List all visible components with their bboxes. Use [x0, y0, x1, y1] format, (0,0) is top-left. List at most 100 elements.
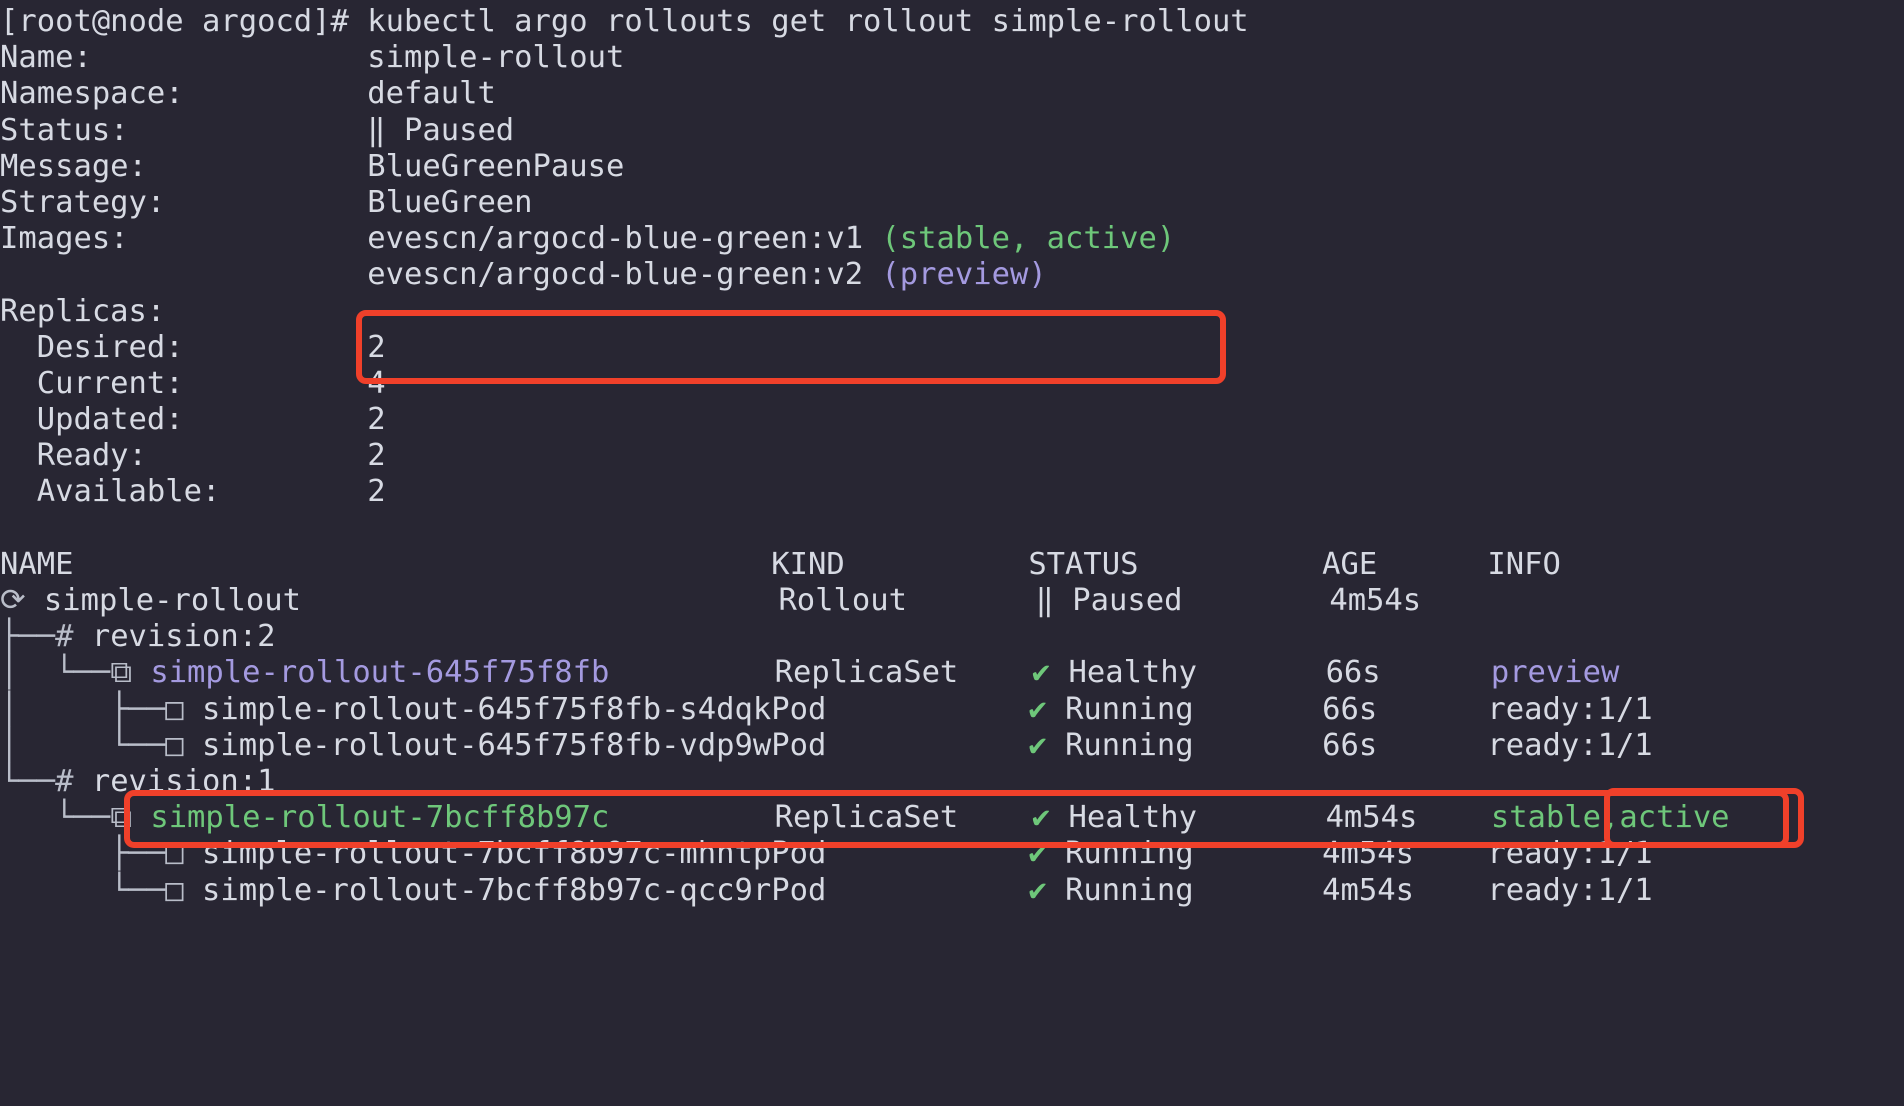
- table-row[interactable]: ├──□ simple-rollout-7bcff8b97c-mhntpPod …: [0, 836, 1904, 872]
- images-label-blank: [0, 257, 367, 292]
- shell-prompt: [root@node argocd]#: [0, 4, 349, 39]
- summary-label-status: Status:: [0, 112, 368, 148]
- replicas-row-ready: Ready: 2: [0, 438, 1904, 474]
- table-row[interactable]: └──# revision:1: [0, 764, 1904, 800]
- column-header-status: STATUS: [1028, 546, 1323, 582]
- name-column-pad: [301, 583, 778, 618]
- summary-label-message: Message:: [0, 148, 368, 184]
- table-row[interactable]: └──⧉ simple-rollout-7bcff8b97c ReplicaSe…: [0, 800, 1904, 836]
- resource-tree-table: NAME KIND STATUS AGE INFO ⟳ simple-rollou…: [0, 547, 1904, 909]
- summary-row-strategy: Strategy: BlueGreen: [0, 185, 1904, 221]
- resource-kind: ReplicaSet: [774, 800, 1032, 836]
- table-row[interactable]: │ ├──□ simple-rollout-645f75f8fb-s4dqkPo…: [0, 692, 1904, 728]
- healthy-check-icon: ✔: [1028, 691, 1066, 727]
- pod-icon: □: [165, 691, 202, 727]
- images-label: Images:: [0, 221, 368, 257]
- resource-name: simple-rollout: [43, 583, 301, 618]
- replicas-row-current: Current: 4: [0, 366, 1904, 402]
- column-header-name: NAME: [0, 546, 772, 582]
- resource-info: ready:1/1: [1487, 872, 1653, 908]
- summary-value-namespace: default: [367, 76, 496, 112]
- resource-age: 66s: [1325, 655, 1491, 691]
- table-row[interactable]: ⟳ simple-rollout Rollout ‖ Paused 4m54s: [0, 583, 1904, 619]
- name-column-pad: [275, 764, 771, 799]
- resource-status: Healthy: [1068, 655, 1326, 691]
- summary-value-message: BlueGreenPause: [367, 148, 625, 184]
- resource-info: preview: [1490, 655, 1620, 691]
- tree-connector: └──: [0, 872, 166, 908]
- resource-status: Paused: [1072, 583, 1330, 618]
- pod-icon: □: [165, 727, 202, 763]
- resource-age: 4m54s: [1322, 872, 1488, 908]
- healthy-check-icon: ✔: [1028, 727, 1066, 763]
- replicas-value-ready: 2: [367, 438, 386, 474]
- table-row[interactable]: └──□ simple-rollout-7bcff8b97c-qcc9rPod …: [0, 873, 1904, 909]
- table-row[interactable]: │ └──□ simple-rollout-645f75f8fb-vdp9wPo…: [0, 728, 1904, 764]
- resource-age: 66s: [1322, 691, 1488, 727]
- resource-status: [1028, 764, 1322, 799]
- resource-age: [1322, 764, 1487, 799]
- replicas-label-available: Available:: [0, 474, 368, 510]
- name-column-pad: [609, 655, 774, 690]
- summary-value-strategy: BlueGreen: [367, 184, 533, 220]
- healthy-check-icon: ✔: [1031, 800, 1069, 836]
- image-name-v1: evescn/argocd-blue-green:v1: [367, 221, 882, 257]
- tree-connector: └──: [0, 800, 111, 836]
- replicas-row-desired: Desired: 2: [0, 330, 1904, 366]
- resource-age: 4m54s: [1322, 836, 1488, 872]
- name-column-pad: [609, 800, 774, 835]
- resource-status: Running: [1065, 727, 1323, 763]
- resource-kind: Pod: [771, 872, 1029, 908]
- resource-kind: Pod: [771, 691, 1029, 727]
- resource-status: Running: [1065, 836, 1323, 872]
- resource-status: Healthy: [1068, 800, 1326, 836]
- resource-info: stable,active: [1490, 800, 1730, 836]
- resource-name: simple-rollout-645f75f8fb-vdp9w: [202, 727, 772, 763]
- healthy-check-icon: ✔: [1028, 836, 1066, 872]
- resource-info: ready:1/1: [1487, 691, 1653, 727]
- summary-label-namespace: Namespace:: [0, 76, 368, 112]
- pause-icon: ‖: [1035, 583, 1073, 618]
- replicas-value-current: 4: [367, 365, 386, 401]
- table-row[interactable]: ├──# revision:2: [0, 619, 1904, 655]
- images-row-second: evescn/argocd-blue-green:v2 (preview): [0, 257, 1904, 293]
- resource-name: simple-rollout-645f75f8fb-s4dqk: [202, 691, 772, 727]
- shell-command: kubectl argo rollouts get rollout simple…: [367, 4, 1249, 39]
- replicaset-icon: ⧉: [110, 800, 151, 836]
- image-name-v2: evescn/argocd-blue-green:v2: [367, 257, 882, 293]
- images-row-first: Images: evescn/argocd-blue-green:v1 (sta…: [0, 221, 1904, 257]
- replicas-label: Replicas:: [0, 293, 166, 329]
- healthy-check-icon: ✔: [1028, 872, 1066, 908]
- summary-label-strategy: Strategy:: [0, 184, 368, 220]
- column-header-kind: KIND: [771, 546, 1029, 582]
- resource-name: simple-rollout-7bcff8b97c-mhntp: [202, 836, 772, 872]
- resource-age: 4m54s: [1325, 800, 1491, 836]
- summary-value-status: ‖ Paused: [367, 112, 515, 148]
- resource-name: simple-rollout-7bcff8b97c: [150, 800, 610, 836]
- replicas-label-desired: Desired:: [0, 329, 368, 365]
- healthy-check-icon: ✔: [1031, 655, 1069, 691]
- resource-name: revision:1: [91, 763, 276, 799]
- resource-kind: Pod: [771, 836, 1029, 872]
- resource-kind: [771, 764, 1028, 799]
- tree-connector: │ ├──: [0, 691, 166, 727]
- resource-status: Running: [1065, 691, 1323, 727]
- resource-age: 4m54s: [1329, 583, 1495, 618]
- resource-info: ready:1/1: [1487, 836, 1653, 872]
- replicas-value-desired: 2: [367, 329, 386, 365]
- resource-age: [1322, 619, 1487, 654]
- summary-row-message: Message: BlueGreenPause: [0, 149, 1904, 185]
- tree-connector: └──: [0, 763, 56, 799]
- tree-connector: ├──: [0, 619, 56, 655]
- image-tags-v2: (preview): [881, 257, 1047, 293]
- resource-kind: Rollout: [778, 583, 1036, 618]
- table-row[interactable]: │ └──⧉ simple-rollout-645f75f8fb Replica…: [0, 655, 1904, 691]
- replicas-value-available: 2: [367, 474, 386, 510]
- rollout-icon: ⟳: [0, 583, 44, 618]
- command-line: [root@node argocd]# kubectl argo rollout…: [0, 4, 1904, 40]
- resource-kind: [771, 619, 1028, 654]
- revision-hash-icon: #: [55, 619, 92, 655]
- terminal-window[interactable]: [root@node argocd]# kubectl argo rollout…: [0, 0, 1904, 1106]
- column-header-age: AGE: [1322, 546, 1488, 582]
